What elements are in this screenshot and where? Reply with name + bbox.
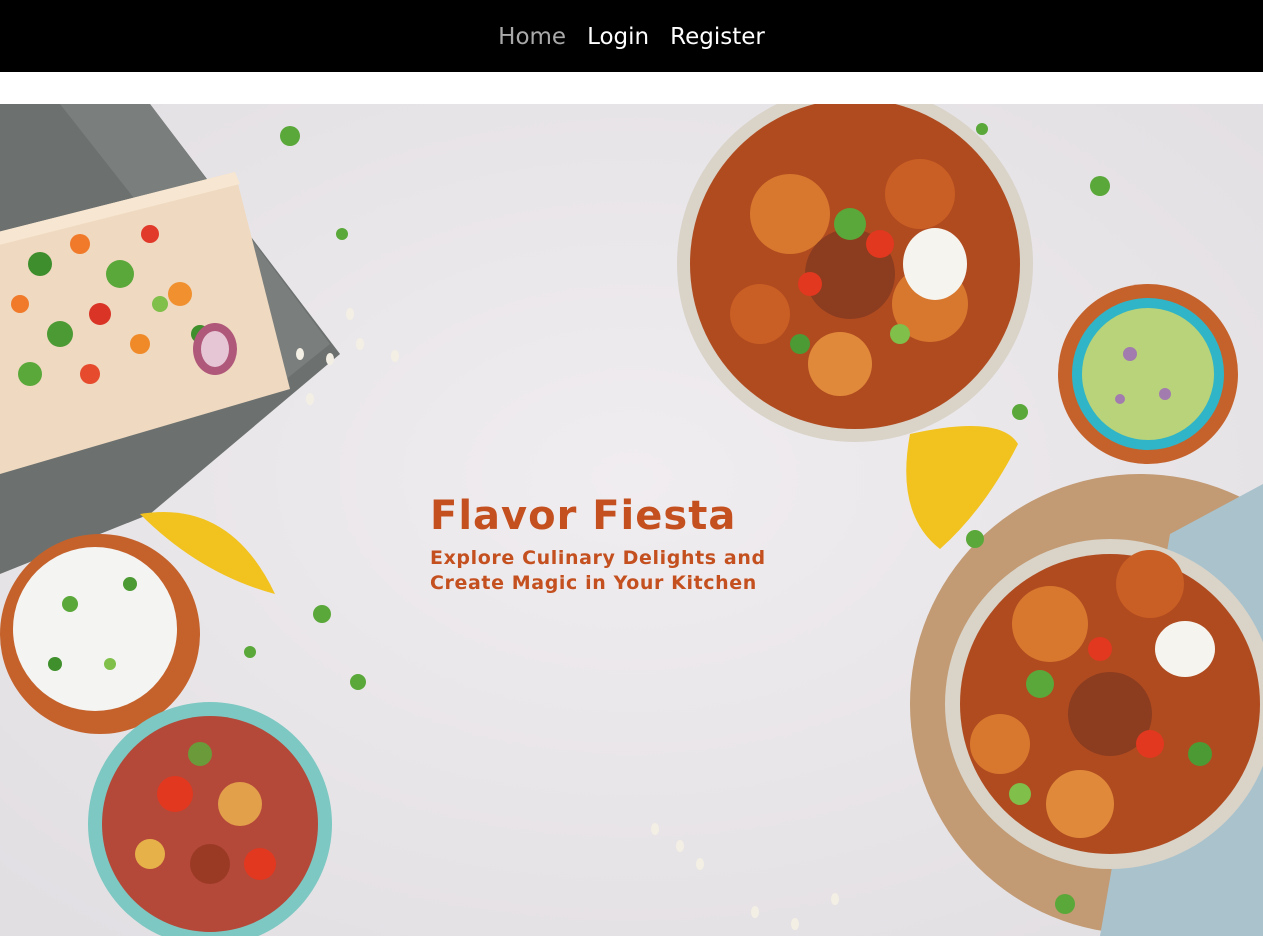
hero-subtitle-line-2: Create Magic in Your Kitchen: [430, 572, 757, 594]
bean-salad-bowl: [88, 702, 332, 936]
guacamole-bowl: [1058, 284, 1238, 464]
nav-link-home[interactable]: Home: [498, 24, 566, 49]
hero-subtitle-line-1: Explore Culinary Delights and: [430, 547, 766, 569]
hero-text-block: Flavor Fiesta Explore Culinary Delights …: [430, 496, 830, 596]
sour-cream-bowl: [0, 534, 200, 734]
hero-subtitle: Explore Culinary Delights and Create Mag…: [430, 546, 830, 596]
top-navigation-bar: Home Login Register: [0, 0, 1263, 72]
hero-banner: Flavor Fiesta Explore Culinary Delights …: [0, 104, 1263, 936]
nav-link-login[interactable]: Login: [587, 24, 649, 49]
nav-link-register[interactable]: Register: [670, 24, 765, 49]
hero-title: Flavor Fiesta: [430, 493, 737, 539]
